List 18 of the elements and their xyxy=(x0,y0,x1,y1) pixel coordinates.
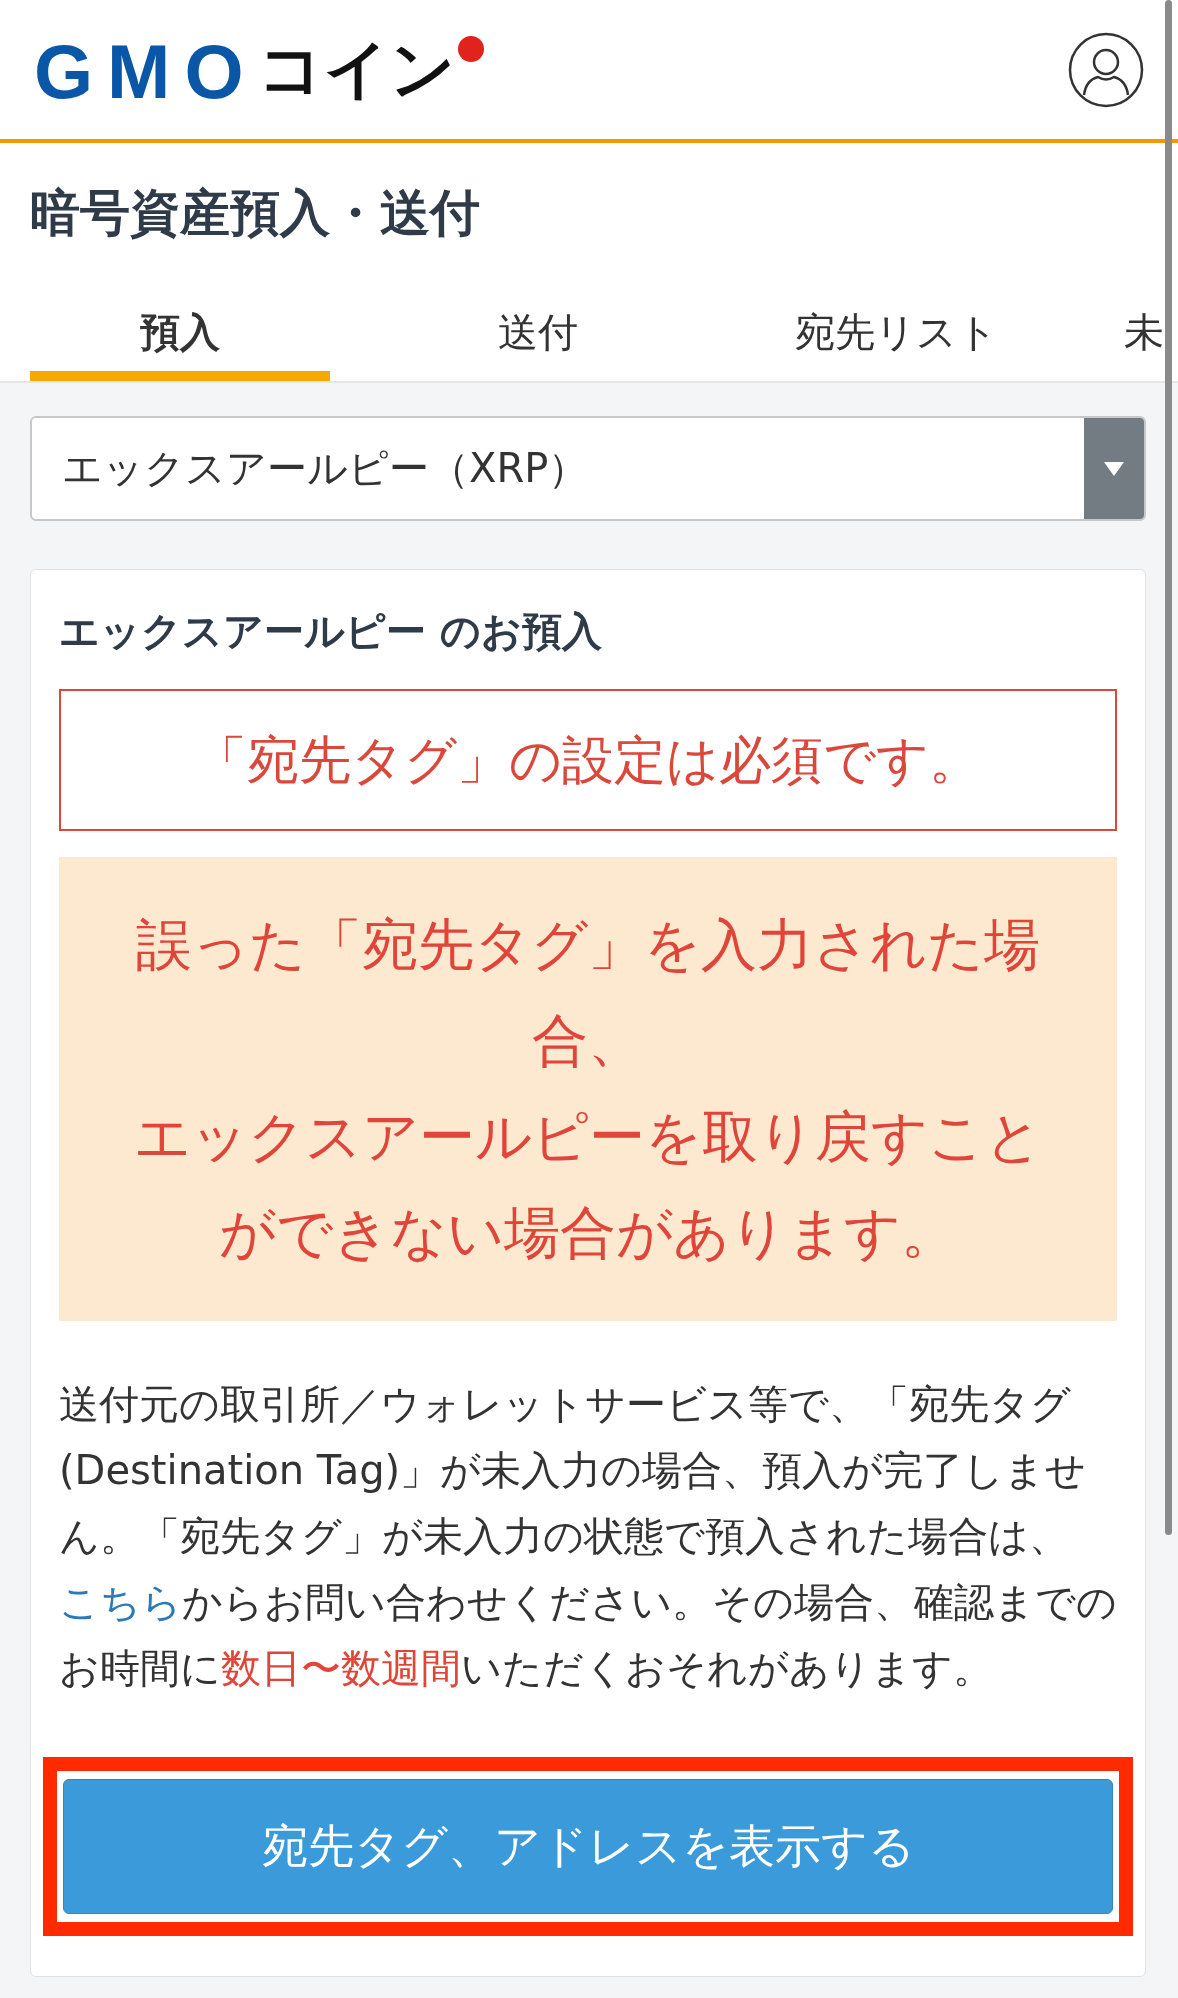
card-title: エックスアールピー のお預入 xyxy=(59,607,603,656)
contact-link[interactable]: こちら xyxy=(59,1579,182,1625)
warning-text: 誤った「宛先タグ」を入力された場合、 xyxy=(135,911,1041,1075)
description-text: 送付元の取引所／ウォレットサービス等で、「宛先タグ(Destination Tag)」が未入力の場合、預入が完了しません。「宛先タグ」が未入力の状態で預入された場合は、 こちらからお問い合わせください。その場合、確認までのお時間に数日〜数週間いただくおそれがあります。 xyxy=(59,1380,1117,1693)
tab[interactable]: 送付 xyxy=(388,293,688,381)
dot-icon xyxy=(457,35,484,62)
scrollbar[interactable] xyxy=(1165,0,1172,1535)
tab[interactable]: 預入 xyxy=(30,293,330,381)
tab[interactable]: 未 xyxy=(1104,293,1178,381)
caret-icon xyxy=(1104,461,1124,476)
logo-wordmark: GMO xyxy=(34,33,258,110)
required-notice: 「宛先タグ」の設定は必須です。 xyxy=(59,689,1117,831)
warning-text: エックスアールピーを取り戻すことができない場合があります。 xyxy=(133,1103,1043,1267)
page-title: 暗号資産預入・送付 xyxy=(0,143,1178,293)
currency-dropdown[interactable]: エックスアールピー（XRP） xyxy=(30,416,1146,521)
tab[interactable]: 宛先リスト xyxy=(746,293,1046,381)
user-icon[interactable] xyxy=(1068,31,1144,108)
logo-wordmark: コイン xyxy=(257,33,456,104)
